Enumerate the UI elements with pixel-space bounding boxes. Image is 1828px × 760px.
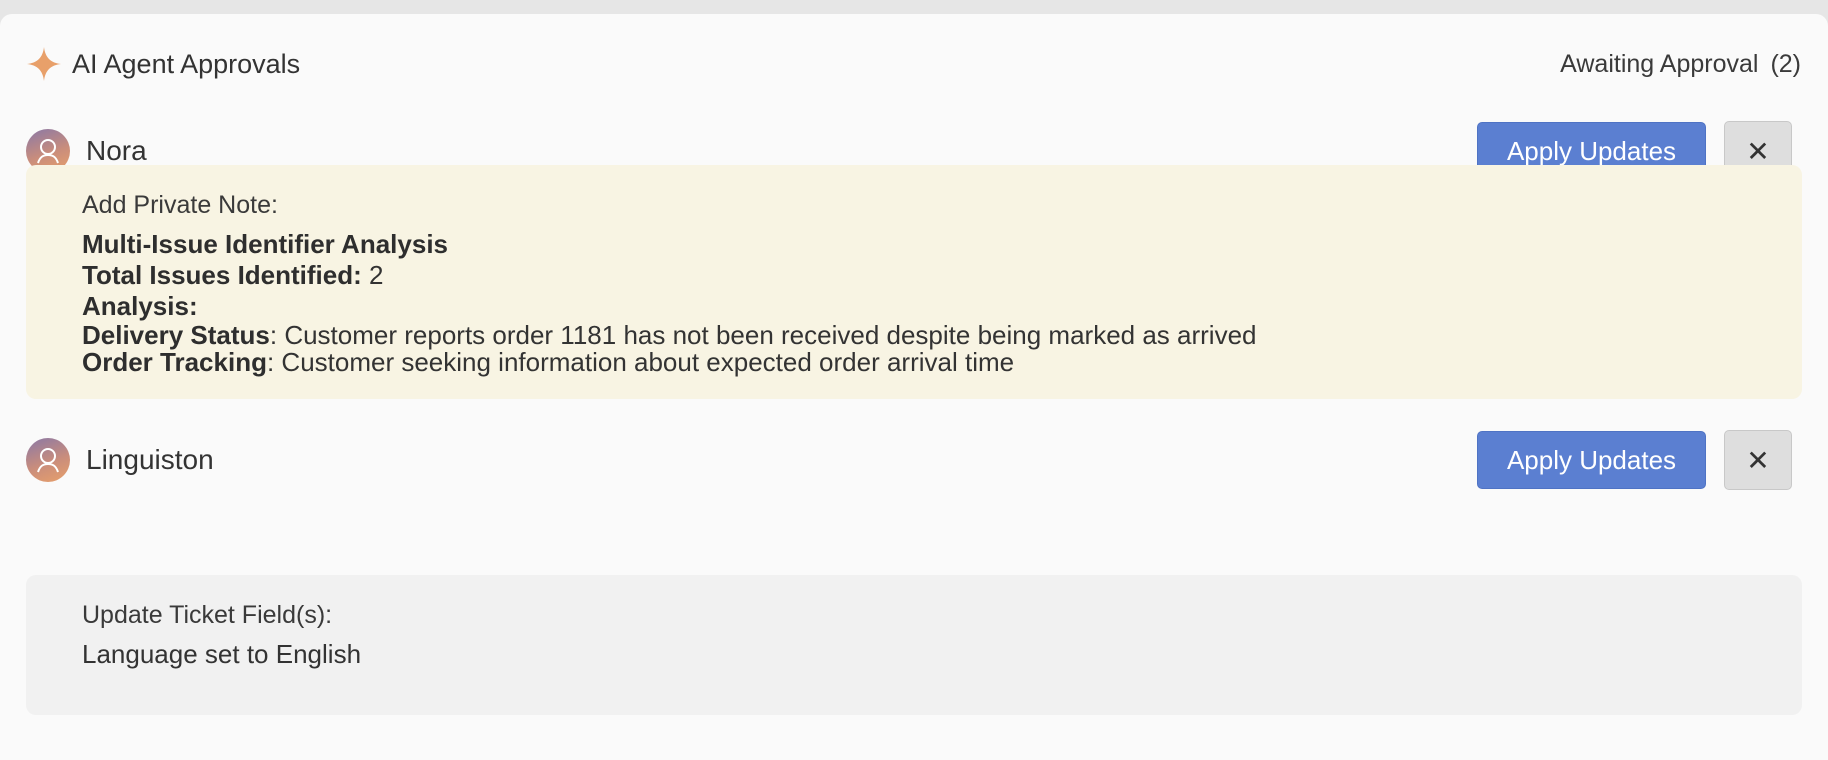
- header-title-group: AI Agent Approvals: [26, 46, 300, 82]
- agent-name: Linguiston: [86, 444, 214, 475]
- card-heading: Update Ticket Field(s):: [82, 601, 333, 629]
- analysis-item: Order Tracking: Customer seeking informa…: [82, 347, 1014, 378]
- dismiss-button[interactable]: ✕: [1724, 430, 1792, 490]
- sparkle-icon: [27, 47, 61, 81]
- apply-updates-button[interactable]: Apply Updates: [1477, 431, 1706, 489]
- field-value: English: [275, 639, 362, 669]
- private-note-card: Add Private Note: Multi-Issue Identifier…: [26, 165, 1802, 399]
- awaiting-approval-status: Awaiting Approval (2): [1560, 50, 1801, 79]
- agent-name: Nora: [86, 135, 147, 166]
- awaiting-approval-count: (2): [1770, 49, 1801, 78]
- user-icon: [37, 448, 59, 473]
- agent-info: Linguiston: [26, 438, 214, 482]
- analysis-item-text: : Customer seeking information about exp…: [266, 347, 1015, 377]
- panel-header: AI Agent Approvals Awaiting Approval (2): [26, 44, 1801, 84]
- issues-value: 2: [369, 260, 384, 290]
- user-icon: [37, 139, 59, 164]
- field-name: Language: [82, 639, 198, 669]
- agent-avatar: [26, 438, 70, 482]
- issues-count-line: Total Issues Identified: 2: [82, 260, 383, 291]
- analysis-item-label: Delivery Status: [82, 320, 270, 350]
- approval-actions: Apply Updates ✕: [1477, 430, 1792, 490]
- panel-title: AI Agent Approvals: [72, 48, 301, 79]
- analysis-item-text: : Customer reports order 1181 has not be…: [269, 320, 1257, 350]
- issues-label: Total Issues Identified:: [82, 260, 362, 290]
- note-title: Multi-Issue Identifier Analysis: [82, 229, 449, 259]
- ticket-field-card: Update Ticket Field(s): Language set to …: [26, 575, 1802, 715]
- approvals-panel: AI Agent Approvals Awaiting Approval (2) …: [0, 14, 1828, 760]
- close-icon: ✕: [1746, 444, 1770, 476]
- field-connector: set to: [204, 639, 269, 669]
- field-update-line: Language set to English: [82, 639, 361, 670]
- analysis-item-label: Order Tracking: [82, 347, 267, 377]
- card-heading: Add Private Note:: [82, 191, 278, 219]
- awaiting-approval-label: Awaiting Approval: [1560, 49, 1759, 78]
- close-icon: ✕: [1746, 135, 1770, 167]
- analysis-label: Analysis:: [82, 291, 198, 321]
- approval-row-linguiston: Linguiston Apply Updates ✕: [26, 430, 1792, 490]
